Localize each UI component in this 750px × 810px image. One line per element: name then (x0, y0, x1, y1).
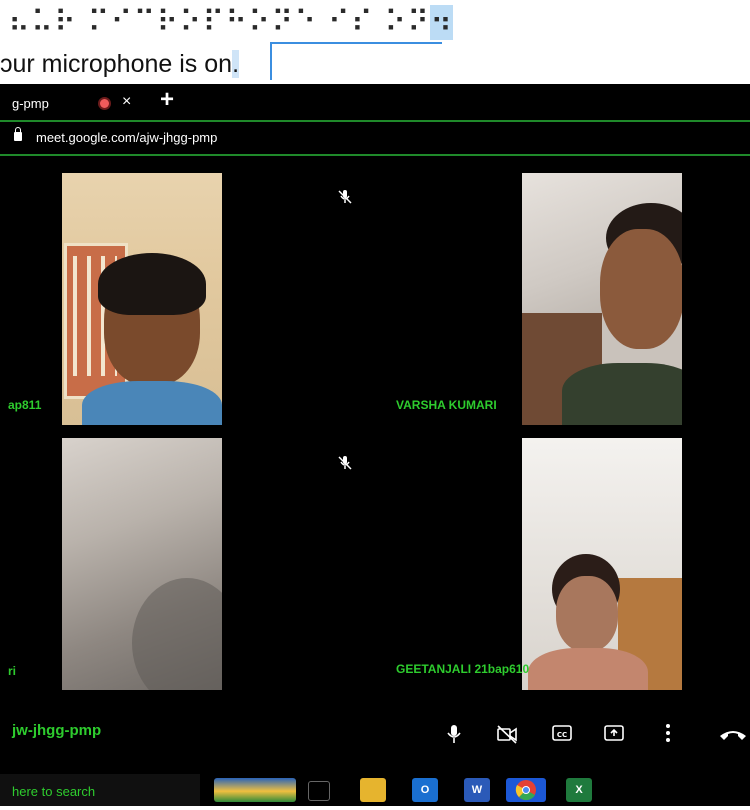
captions-icon[interactable]: CC (552, 724, 572, 742)
microphone-icon[interactable] (446, 724, 462, 744)
participant-tile-2[interactable] (522, 173, 682, 425)
outlook-icon[interactable]: O (412, 778, 438, 802)
task-view-icon[interactable] (308, 781, 330, 801)
participant-body (82, 381, 222, 425)
participant-body (562, 363, 682, 425)
taskbar-search[interactable]: here to search (0, 774, 200, 806)
participant-name-1: ap811 (8, 398, 42, 412)
browser-window: g-pmp × + meet.google.com/ajw-jhgg-pmp a… (0, 84, 750, 806)
svg-text:CC: CC (557, 731, 567, 739)
city-widget-icon[interactable] (214, 778, 296, 802)
url-text[interactable]: meet.google.com/ajw-jhgg-pmp (36, 130, 217, 145)
new-tab-button[interactable]: + (160, 86, 174, 114)
participant-tile-1[interactable] (62, 173, 222, 425)
participant-face (600, 229, 682, 349)
excel-icon[interactable]: X (566, 778, 592, 802)
participant-tile-4[interactable] (522, 438, 682, 690)
tab-bar: g-pmp × + (0, 84, 750, 122)
meet-grid: ap811 VARSHA KUMARI ri GEETANJALI 21bap6… (0, 156, 750, 806)
present-icon[interactable] (604, 724, 624, 742)
screen-reader-status: ɔur microphone is on. (0, 50, 240, 79)
blurred-video (132, 578, 222, 690)
chrome-icon[interactable] (506, 778, 546, 802)
participant-face (556, 576, 618, 652)
meeting-code: jw-jhgg-pmp (12, 722, 102, 739)
search-placeholder: here to search (12, 784, 96, 799)
tab-meet[interactable]: g-pmp × (0, 88, 148, 118)
participant-hair (98, 253, 206, 315)
braille-text: ⠦⠥⠗ ⠍⠊⠉⠗⠕⠏⠓⠕⠝⠑ ⠊⠎ ⠕⠝⠲ (8, 4, 454, 42)
participant-name-4: GEETANJALI 21bap610 (396, 662, 530, 676)
recording-icon (100, 99, 109, 108)
participant-name-3: ri (8, 664, 17, 678)
lock-icon (14, 127, 22, 141)
meeting-controls: jw-jhgg-pmp CC (0, 706, 750, 766)
braille-cells: ⠦⠥⠗ ⠍⠊⠉⠗⠕⠏⠓⠕⠝⠑ ⠊⠎ ⠕⠝ (8, 5, 431, 40)
selection-box (270, 42, 442, 80)
file-explorer-icon[interactable] (360, 778, 386, 802)
tab-close-icon[interactable]: × (122, 93, 131, 111)
participant-body (528, 648, 648, 690)
muted-mic-icon (338, 190, 352, 204)
more-options-icon[interactable] (664, 722, 672, 744)
participant-name-2: VARSHA KUMARI (396, 398, 497, 412)
muted-mic-icon (338, 456, 352, 470)
braille-cursor-cell: ⠲ (430, 5, 454, 40)
camera-off-icon[interactable] (496, 724, 518, 744)
braille-display-area: ⠦⠥⠗ ⠍⠊⠉⠗⠕⠏⠓⠕⠝⠑ ⠊⠎ ⠕⠝⠲ ɔur microphone is … (0, 0, 750, 84)
participant-tile-3[interactable] (62, 438, 222, 690)
word-icon[interactable]: W (464, 778, 490, 802)
status-period: . (232, 50, 240, 78)
address-bar[interactable]: meet.google.com/ajw-jhgg-pmp (0, 122, 750, 156)
windows-taskbar: here to search O W X (0, 774, 750, 806)
status-text: ɔur microphone is on (0, 50, 233, 78)
tab-title: g-pmp (12, 96, 49, 111)
leave-call-icon[interactable] (718, 726, 748, 742)
